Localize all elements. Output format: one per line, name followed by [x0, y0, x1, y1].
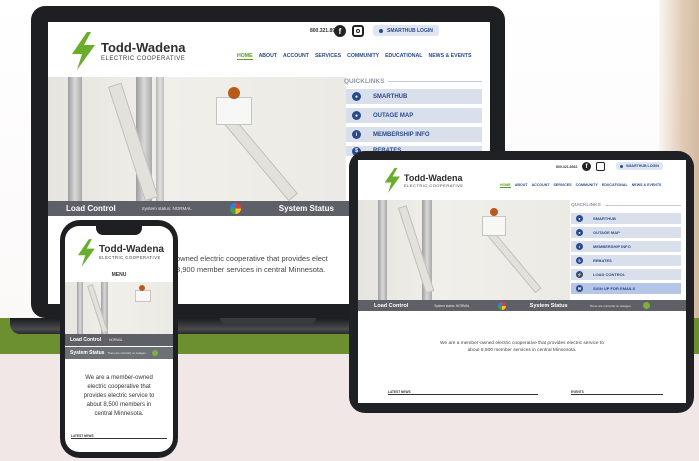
status-wheel-icon — [497, 301, 506, 310]
phone-menu-button[interactable]: MENU — [65, 272, 173, 278]
tablet-latest-news[interactable]: LATEST NEWS — [388, 390, 538, 395]
logo[interactable]: Todd-Wadena ELECTRIC COOPERATIVE — [68, 32, 186, 70]
load-control-label[interactable]: Load Control — [66, 204, 116, 213]
quicklink-membership-info[interactable]: i MEMBERSHIP INFO — [346, 127, 482, 142]
instagram-icon[interactable] — [352, 25, 364, 37]
lightning-bolt-icon — [384, 167, 400, 194]
tablet-status-bar: Load Control System status: NORMAL Syste… — [358, 300, 686, 311]
tablet-quicklinks-title: QUICKLINKS — [571, 203, 681, 208]
tablet-quicklink-smarthub[interactable]: ● SMARTHUB — [571, 213, 681, 224]
load-icon: ⚡ — [576, 271, 583, 278]
tablet-events[interactable]: EVENTS — [571, 390, 663, 395]
tablet-screen: Todd-Wadena ELECTRIC COOPERATIVE 800.321… — [358, 160, 686, 403]
nav-home[interactable]: HOME — [237, 53, 253, 60]
tablet-main-nav: HOME ABOUT ACCOUNT SERVICES COMMUNITY ED… — [500, 183, 662, 188]
nav-educational[interactable]: EDUCATIONAL — [385, 53, 422, 60]
email-icon: ✉ — [576, 285, 583, 292]
intro-text: owned electric cooperative that provides… — [176, 254, 328, 274]
phone-system-status-bar: System Status There are currently no out… — [65, 347, 173, 359]
info-icon: i — [576, 243, 583, 250]
phone-screen: Todd-Wadena ELECTRIC COOPERATIVE MENU Lo… — [65, 226, 173, 452]
eye-icon: ● — [352, 92, 361, 101]
tablet-logo[interactable]: Todd-Wadena ELECTRIC COOPERATIVE — [382, 167, 464, 194]
tablet-hero-photo — [358, 200, 570, 300]
quicklinks-title: QUICKLINKS — [344, 78, 482, 85]
lightning-bolt-icon — [72, 32, 95, 70]
brand-name: Todd-Wadena — [101, 39, 186, 55]
tablet-quicklink-sign-up-emails[interactable]: ✉ SIGN UP FOR EMAILS — [571, 283, 681, 294]
user-icon — [620, 164, 623, 168]
hero-photo — [48, 77, 346, 201]
nav-account[interactable]: ACCOUNT — [283, 53, 309, 60]
tablet-smarthub-login-button[interactable]: SMARTHUB LOGIN — [616, 162, 663, 170]
rebate-icon: $ — [576, 257, 583, 264]
tablet-quicklink-load-control[interactable]: ⚡ LOAD CONTROL — [571, 269, 681, 280]
quicklink-outage-map[interactable]: ● OUTAGE MAP — [346, 108, 482, 123]
instagram-icon[interactable] — [596, 162, 605, 171]
eye-icon: ● — [576, 215, 583, 222]
nav-services[interactable]: SERVICES — [315, 53, 341, 60]
bucket — [216, 97, 252, 125]
status-wheel-icon — [229, 203, 241, 214]
status-ok-icon — [643, 302, 651, 309]
quicklink-smarthub[interactable]: ● SMARTHUB — [346, 89, 482, 104]
map-pin-icon: ● — [576, 229, 583, 236]
facebook-icon[interactable]: f — [582, 162, 591, 171]
phone-load-control-bar: Load Control NORMAL — [65, 334, 173, 346]
tablet-quicklink-membership-info[interactable]: i MEMBERSHIP INFO — [571, 241, 681, 252]
nav-community[interactable]: COMMUNITY — [347, 53, 379, 60]
smarthub-login-button[interactable]: SMARTHUB LOGIN — [373, 25, 439, 36]
facebook-icon[interactable]: f — [334, 25, 346, 37]
system-status-label[interactable]: System Status — [279, 204, 334, 213]
lightning-bolt-icon — [77, 239, 95, 267]
nav-news-events[interactable]: NEWS & EVENTS — [428, 53, 471, 60]
info-icon: i — [352, 130, 361, 139]
user-icon — [379, 28, 383, 33]
phone-notch — [96, 226, 142, 235]
tablet-quicklink-rebates[interactable]: $ REBATES — [571, 255, 681, 266]
tablet-quicklink-outage-map[interactable]: ● OUTAGE MAP — [571, 227, 681, 238]
brand-tagline: ELECTRIC COOPERATIVE — [101, 55, 186, 62]
tablet-intro-text: We are a member-owned electric cooperati… — [440, 341, 604, 353]
tablet-header-phone[interactable]: 800.321.8932 — [556, 165, 577, 169]
phone-hero-photo — [65, 282, 173, 334]
status-ok-icon — [152, 350, 159, 356]
phone-latest-news[interactable]: LATEST NEWS — [71, 434, 167, 439]
main-nav: HOME ABOUT ACCOUNT SERVICES COMMUNITY ED… — [237, 53, 471, 60]
phone-logo[interactable]: Todd-Wadena ELECTRIC COOPERATIVE — [75, 238, 164, 268]
map-pin-icon: ● — [352, 111, 361, 120]
laptop-notch — [220, 318, 316, 324]
nav-about[interactable]: ABOUT — [259, 53, 277, 60]
system-status-normal: System status: NORMAL — [141, 206, 192, 211]
phone-intro-text: We are a member-owned electric cooperati… — [83, 375, 155, 417]
